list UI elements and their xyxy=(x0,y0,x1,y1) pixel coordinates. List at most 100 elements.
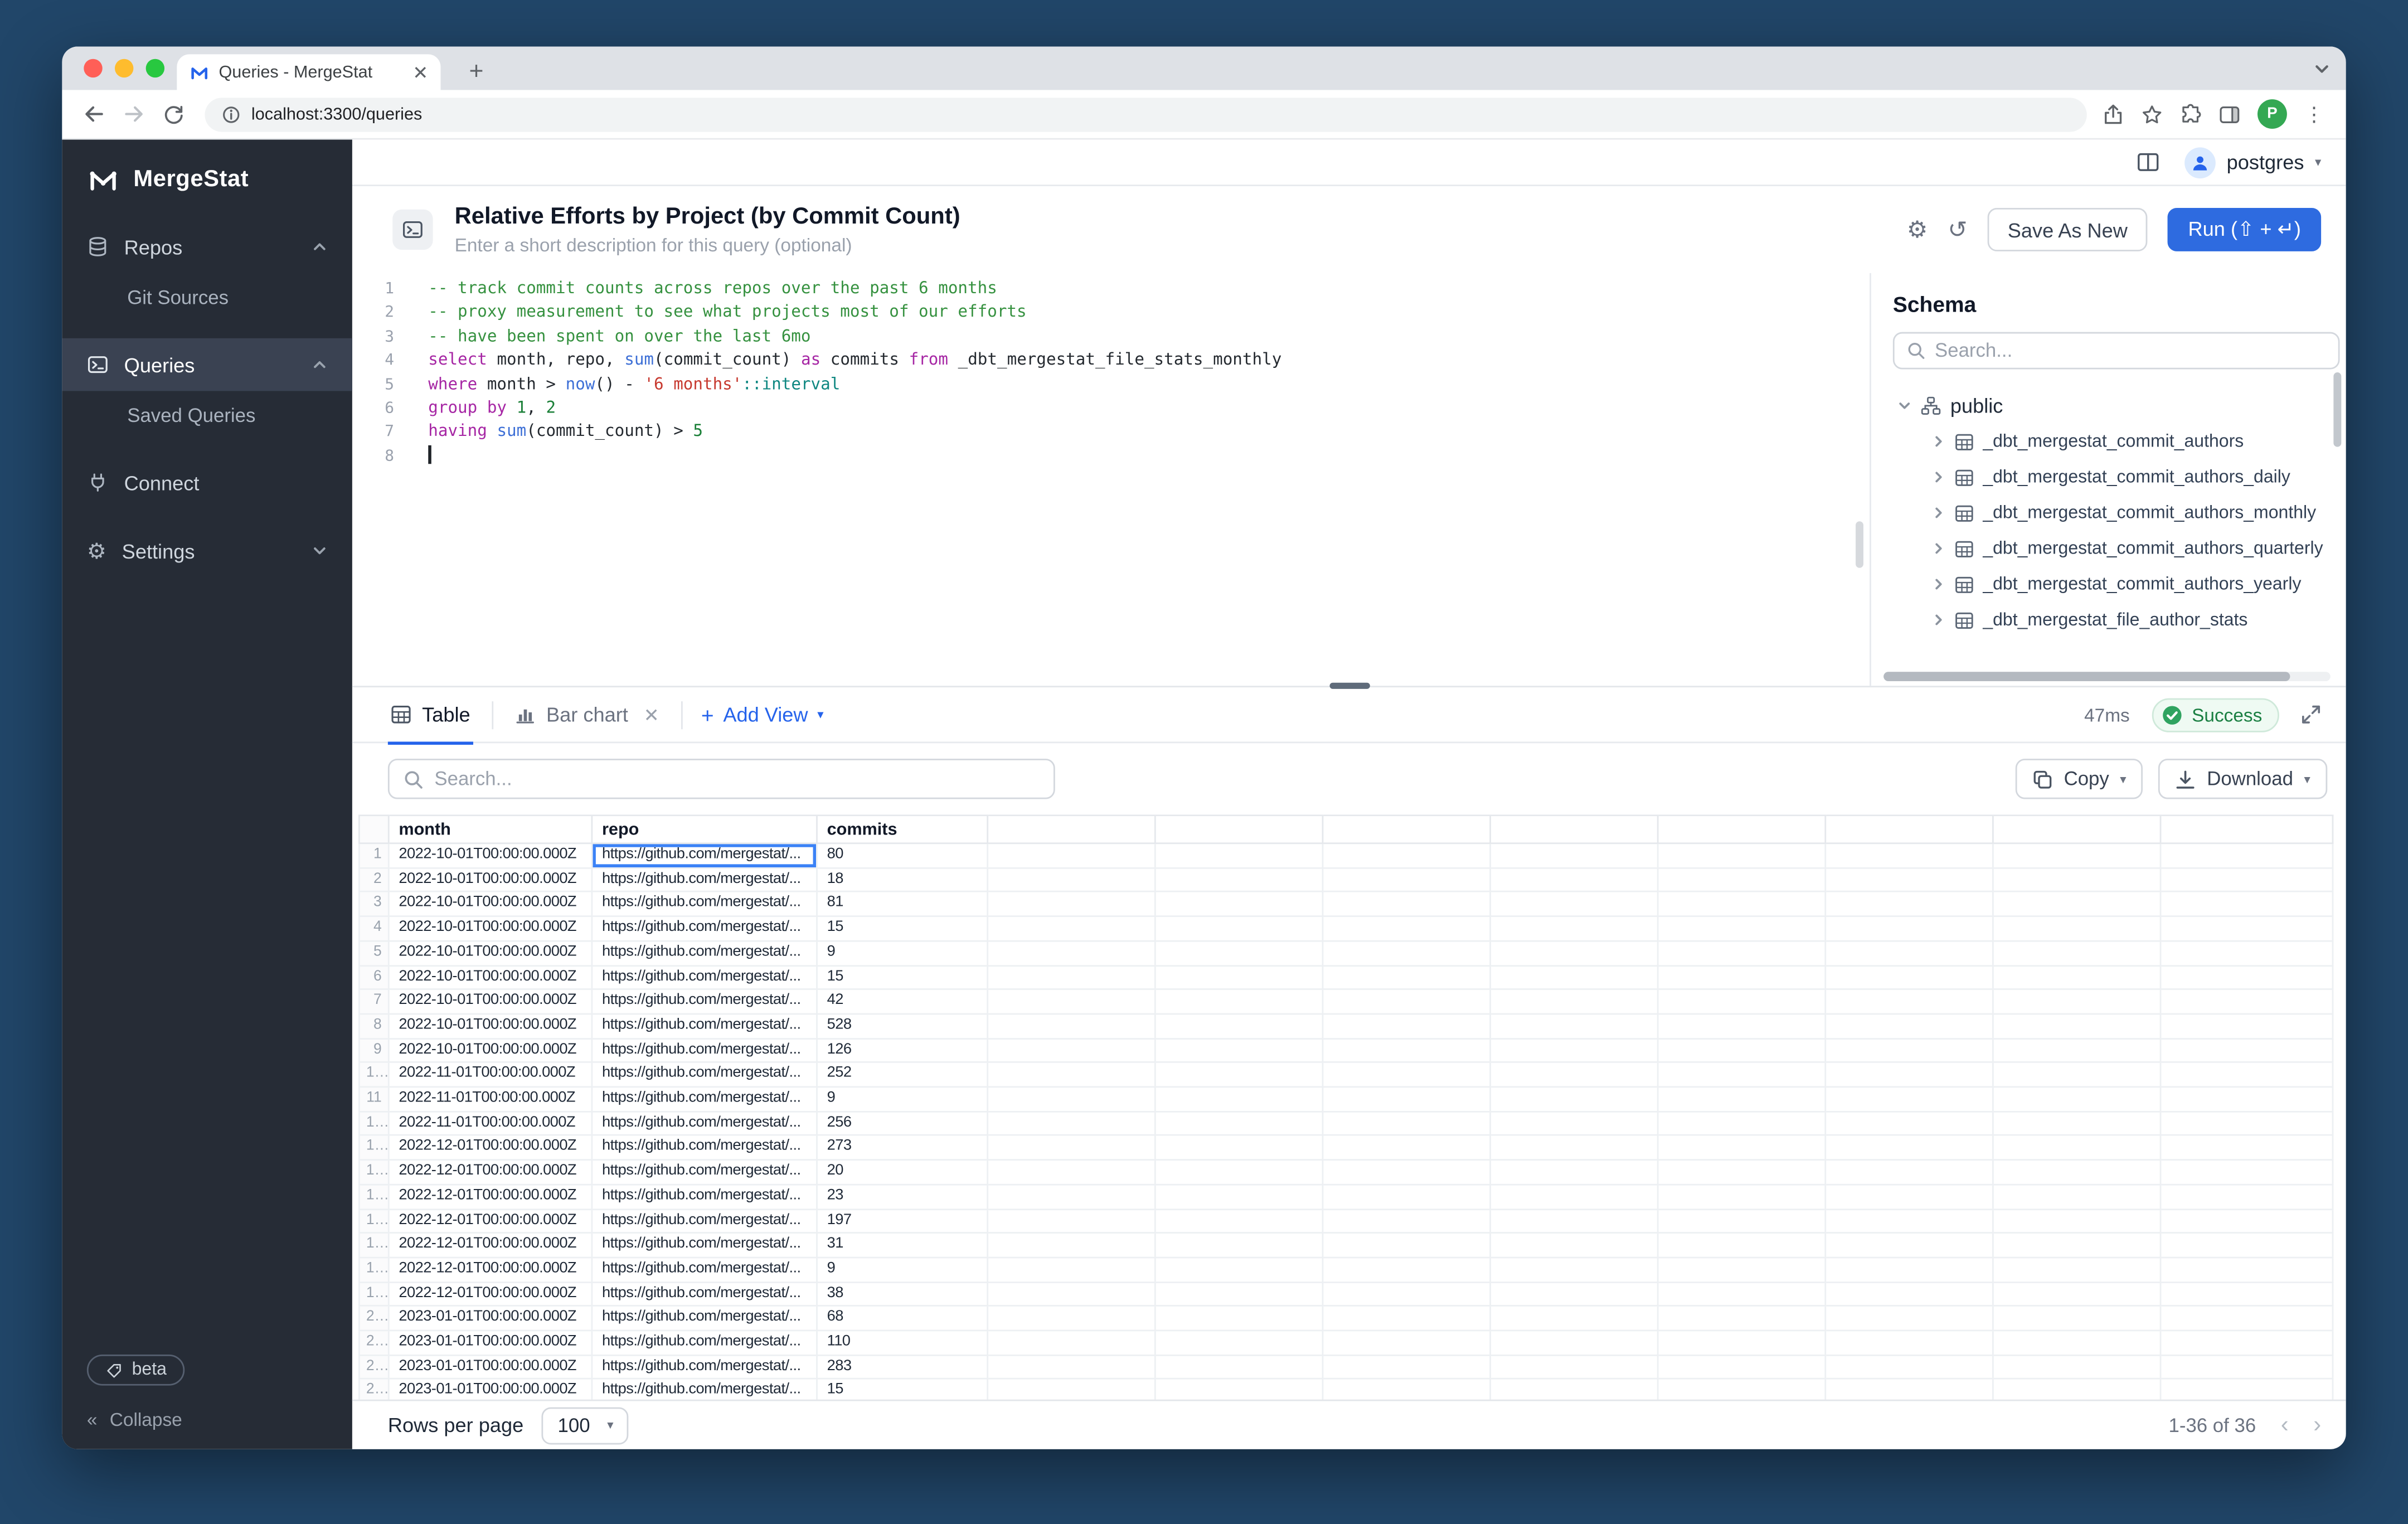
table-cell-empty[interactable] xyxy=(1323,1379,1491,1399)
editor-scrollbar[interactable] xyxy=(1856,521,1863,568)
table-cell-empty[interactable] xyxy=(1491,1038,1658,1063)
table-cell-empty[interactable] xyxy=(2161,1306,2333,1331)
table-cell-empty[interactable] xyxy=(1491,1062,1658,1087)
table-cell-empty[interactable] xyxy=(988,1355,1156,1380)
schema-table-item[interactable]: _dbt_mergestat_commit_authors_quarterly xyxy=(1893,531,2346,566)
table-cell-empty[interactable] xyxy=(1993,1062,2161,1087)
table-cell[interactable]: 2022-12-01T00:00:00.000Z xyxy=(389,1208,592,1233)
table-cell-empty[interactable] xyxy=(1155,868,1323,892)
table-cell[interactable]: 2022-10-01T00:00:00.000Z xyxy=(389,941,592,965)
table-cell-empty[interactable] xyxy=(1155,1282,1323,1307)
table-cell[interactable]: 18 xyxy=(817,868,988,892)
reload-icon[interactable] xyxy=(155,95,192,133)
table-cell-empty[interactable] xyxy=(1155,1208,1323,1233)
close-window-button[interactable] xyxy=(84,59,102,77)
table-cell-empty[interactable] xyxy=(988,1331,1156,1355)
table-cell-empty[interactable] xyxy=(1155,965,1323,989)
table-cell[interactable]: 81 xyxy=(817,892,988,916)
table-cell[interactable]: https://github.com/mergestat/... xyxy=(592,965,817,989)
table-cell-empty[interactable] xyxy=(1658,1160,1826,1185)
table-cell-empty[interactable] xyxy=(1323,916,1491,941)
table-cell-empty[interactable] xyxy=(1826,1379,1993,1399)
table-cell-empty[interactable] xyxy=(2161,1014,2333,1038)
table-cell-empty[interactable] xyxy=(988,1087,1156,1112)
table-cell-empty[interactable] xyxy=(1993,1160,2161,1185)
table-cell[interactable]: 68 xyxy=(817,1306,988,1331)
schema-vertical-scrollbar[interactable] xyxy=(2333,372,2341,447)
table-cell-empty[interactable] xyxy=(1155,1062,1323,1087)
table-cell[interactable]: 9 xyxy=(817,1258,988,1282)
add-view-button[interactable]: + Add View ▾ xyxy=(701,702,824,727)
table-cell-empty[interactable] xyxy=(1826,1331,1993,1355)
table-cell-empty[interactable] xyxy=(1826,989,1993,1014)
table-cell-empty[interactable] xyxy=(1993,1233,2161,1258)
tab-list-chevron-icon[interactable] xyxy=(2313,60,2331,77)
table-cell-empty[interactable] xyxy=(1658,1112,1826,1136)
table-cell-empty[interactable] xyxy=(1993,1014,2161,1038)
table-cell-empty[interactable] xyxy=(2161,1112,2333,1136)
table-cell-empty[interactable] xyxy=(1491,965,1658,989)
table-cell-empty[interactable] xyxy=(1155,1331,1323,1355)
table-cell[interactable]: 9 xyxy=(817,941,988,965)
chevron-right-icon[interactable] xyxy=(1931,613,1945,627)
table-cell[interactable]: 38 xyxy=(817,1282,988,1307)
run-query-button[interactable]: Run (⇧ + ↵) xyxy=(2168,208,2321,251)
extensions-puzzle-icon[interactable] xyxy=(2180,103,2202,125)
table-cell-empty[interactable] xyxy=(1993,1355,2161,1380)
table-cell-empty[interactable] xyxy=(1658,1331,1826,1355)
table-cell-empty[interactable] xyxy=(988,1014,1156,1038)
table-cell-empty[interactable] xyxy=(1826,965,1993,989)
table-cell[interactable]: 2022-10-01T00:00:00.000Z xyxy=(389,892,592,916)
history-icon[interactable]: ↺ xyxy=(1948,216,1967,244)
table-cell-empty[interactable] xyxy=(1658,843,1826,868)
close-icon[interactable]: ✕ xyxy=(644,703,659,725)
table-cell-empty[interactable] xyxy=(1155,989,1323,1014)
table-cell-empty[interactable] xyxy=(1993,1331,2161,1355)
chevron-right-icon[interactable] xyxy=(1931,434,1945,448)
table-cell[interactable]: https://github.com/mergestat/... xyxy=(592,1112,817,1136)
save-as-new-button[interactable]: Save As New xyxy=(1988,208,2148,251)
table-cell[interactable]: 15 xyxy=(817,916,988,941)
table-cell-empty[interactable] xyxy=(1155,1087,1323,1112)
table-cell-empty[interactable] xyxy=(1491,1160,1658,1185)
schema-horizontal-scrollbar[interactable] xyxy=(1883,672,2331,681)
table-cell-empty[interactable] xyxy=(1826,1355,1993,1380)
table-cell[interactable]: 2022-12-01T00:00:00.000Z xyxy=(389,1185,592,1209)
table-cell-empty[interactable] xyxy=(1491,1258,1658,1282)
schema-table-item[interactable]: _dbt_mergestat_commit_authors xyxy=(1893,424,2346,459)
table-cell-empty[interactable] xyxy=(1155,1379,1323,1399)
table-cell[interactable]: 126 xyxy=(817,1038,988,1063)
forward-icon[interactable] xyxy=(115,95,152,133)
table-cell-empty[interactable] xyxy=(988,1282,1156,1307)
sql-editor[interactable]: 12345678 -- track commit counts across r… xyxy=(352,273,1870,686)
table-cell-empty[interactable] xyxy=(1323,1282,1491,1307)
table-cell-empty[interactable] xyxy=(2161,1185,2333,1209)
chevron-right-icon[interactable] xyxy=(1931,506,1945,520)
table-cell-empty[interactable] xyxy=(1993,916,2161,941)
table-cell-empty[interactable] xyxy=(1826,1208,1993,1233)
table-cell-empty[interactable] xyxy=(1993,1258,2161,1282)
schema-table-item[interactable]: _dbt_mergestat_file_author_stats xyxy=(1893,602,2346,638)
table-cell[interactable]: 2022-10-01T00:00:00.000Z xyxy=(389,1014,592,1038)
table-cell[interactable]: 2022-11-01T00:00:00.000Z xyxy=(389,1062,592,1087)
table-cell[interactable]: 252 xyxy=(817,1062,988,1087)
split-panel-icon[interactable] xyxy=(2137,151,2160,174)
mergestat-logo[interactable]: MergeStat xyxy=(62,140,352,221)
table-cell-empty[interactable] xyxy=(1826,868,1993,892)
table-cell-empty[interactable] xyxy=(2161,892,2333,916)
table-cell-empty[interactable] xyxy=(1993,1208,2161,1233)
table-cell-empty[interactable] xyxy=(1826,1112,1993,1136)
table-cell-empty[interactable] xyxy=(1155,1038,1323,1063)
chevron-right-icon[interactable] xyxy=(1931,470,1945,484)
table-cell-empty[interactable] xyxy=(1323,1185,1491,1209)
table-cell-empty[interactable] xyxy=(1155,1233,1323,1258)
copy-button[interactable]: Copy ▾ xyxy=(2016,759,2143,799)
table-cell-empty[interactable] xyxy=(1993,1038,2161,1063)
table-cell-empty[interactable] xyxy=(2161,868,2333,892)
download-button[interactable]: Download ▾ xyxy=(2159,759,2327,799)
table-cell-empty[interactable] xyxy=(988,965,1156,989)
table-cell-empty[interactable] xyxy=(1155,1135,1323,1160)
table-cell-empty[interactable] xyxy=(1491,892,1658,916)
table-cell-empty[interactable] xyxy=(1323,1112,1491,1136)
table-cell-empty[interactable] xyxy=(1993,1379,2161,1399)
